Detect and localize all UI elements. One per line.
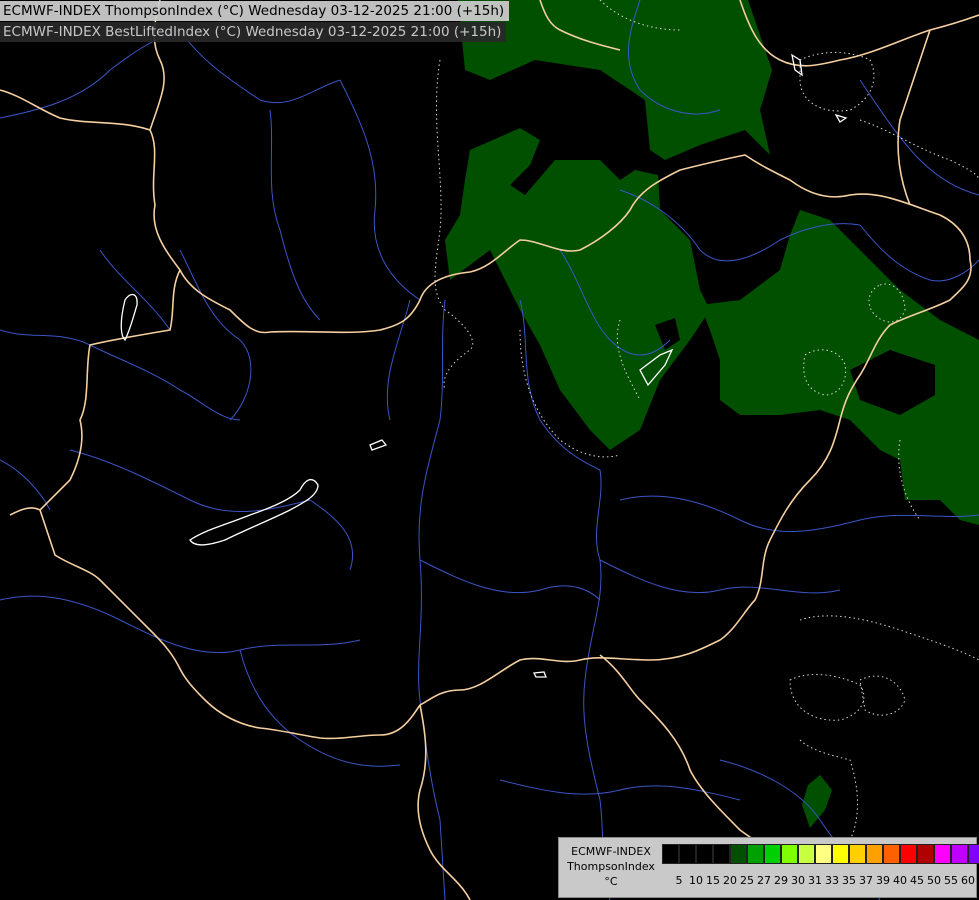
- legend-tick-label: 60: [961, 874, 975, 887]
- legend-tick-label: 45: [910, 874, 924, 887]
- legend-swatches: [662, 844, 979, 864]
- legend-tick-label: 40: [893, 874, 907, 887]
- legend-swatch: [679, 844, 696, 864]
- legend-parameter: ThompsonIndex: [567, 860, 655, 873]
- country-borders: [0, 0, 979, 900]
- legend-tick-label: 39: [876, 874, 890, 887]
- legend-tick-label: 27: [757, 874, 771, 887]
- legend-tick-label: 20: [723, 874, 737, 887]
- legend-tick-label: 50: [927, 874, 941, 887]
- legend-tick-label: 55: [944, 874, 958, 887]
- legend-swatch: [832, 844, 849, 864]
- lake-neusiedl: [120, 293, 138, 342]
- legend-unit: °C: [604, 875, 618, 888]
- legend-tick-label: 33: [825, 874, 839, 887]
- legend-swatch: [815, 844, 832, 864]
- legend-swatch: [866, 844, 883, 864]
- legend-tick-label: 25: [740, 874, 754, 887]
- lake-balaton: [189, 478, 319, 546]
- legend-tick-label: 10: [689, 874, 703, 887]
- map-title-best-lifted-index: ECMWF-INDEX BestLiftedIndex (°C) Wednesd…: [0, 22, 507, 42]
- legend-name: ECMWF-INDEX ThompsonIndex °C: [561, 844, 661, 889]
- map-title-thompson-index: ECMWF-INDEX ThompsonIndex (°C) Wednesday…: [0, 1, 510, 21]
- legend-swatch: [798, 844, 815, 864]
- legend-swatch: [713, 844, 730, 864]
- legend-tick-label: 5: [675, 874, 683, 887]
- legend-swatch: [917, 844, 934, 864]
- legend-ticks: 5 10 15 20 25 27 29 30 31 33 35 37 39 40 45 50 55 60: [662, 874, 976, 888]
- legend-swatch: [968, 844, 979, 864]
- legend-swatch: [696, 844, 713, 864]
- legend-swatch: [662, 844, 679, 864]
- area-central-north: [445, 128, 710, 450]
- legend-model: ECMWF-INDEX: [571, 845, 651, 858]
- area-south: [802, 775, 832, 828]
- legend-swatch: [951, 844, 968, 864]
- legend-tick-label: 35: [842, 874, 856, 887]
- legend-tick-label: 30: [791, 874, 805, 887]
- weather-map: [0, 0, 979, 900]
- legend-swatch: [781, 844, 798, 864]
- legend-swatch: [849, 844, 866, 864]
- legend-tick-label: 37: [859, 874, 873, 887]
- legend-swatch: [747, 844, 764, 864]
- area-east: [700, 210, 979, 525]
- legend-swatch: [730, 844, 747, 864]
- legend-tick-label: 29: [774, 874, 788, 887]
- legend-swatch: [883, 844, 900, 864]
- legend-tick-label: 15: [706, 874, 720, 887]
- legend-swatch: [764, 844, 781, 864]
- legend-swatch: [934, 844, 951, 864]
- rivers: [0, 0, 979, 900]
- legend-swatch: [900, 844, 917, 864]
- legend-tick-label: 31: [808, 874, 822, 887]
